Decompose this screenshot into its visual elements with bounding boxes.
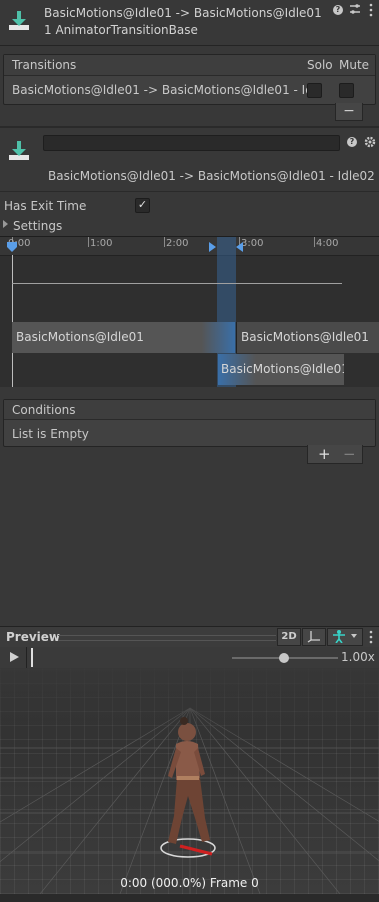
transition-icon: [8, 140, 30, 162]
destination-clip[interactable]: BasicMotions@Idle01: [236, 322, 379, 353]
mute-header: Mute: [339, 58, 370, 72]
has-exit-time-checkbox[interactable]: ✓: [135, 198, 150, 213]
transition-name-field[interactable]: [43, 135, 340, 151]
presets-icon[interactable]: [349, 3, 361, 15]
speed-slider-thumb[interactable]: [279, 653, 289, 663]
conditions-header: Conditions: [12, 403, 76, 417]
remove-condition-button[interactable]: −: [343, 445, 356, 463]
tick-label: 2:00: [166, 238, 189, 249]
conditions-empty-text: List is Empty: [12, 427, 89, 441]
add-condition-button[interactable]: +: [318, 445, 331, 463]
kebab-menu-icon[interactable]: [369, 630, 373, 644]
header-subtitle: 1 AnimatorTransitionBase: [44, 23, 198, 37]
mode-2d-button[interactable]: 2D: [277, 628, 301, 646]
header-title: BasicMotions@Idle01 -> BasicMotions@Idle…: [44, 6, 326, 20]
mute-checkbox[interactable]: [339, 83, 354, 98]
weight-curve: [12, 283, 342, 284]
preview-title: Preview: [6, 630, 61, 644]
transition-timeline[interactable]: 0:00 1:00 2:00 3:00 4:00 BasicMotions@Id…: [0, 236, 379, 387]
preview-header: Preview 2D: [0, 626, 379, 648]
avatar-icon[interactable]: [327, 628, 363, 646]
source-clip[interactable]: BasicMotions@Idle01: [12, 322, 235, 353]
settings-gear-icon[interactable]: [364, 136, 376, 148]
tick-label: 3:00: [241, 238, 264, 249]
transition-end-marker-icon[interactable]: [236, 241, 243, 252]
kebab-menu-icon[interactable]: [369, 3, 373, 17]
preview-drag-handle[interactable]: [58, 635, 276, 641]
transition-row-label[interactable]: BasicMotions@Idle01 -> BasicMotions@Idle…: [12, 83, 308, 97]
solo-header: Solo: [307, 58, 333, 72]
help-icon[interactable]: ?: [347, 137, 357, 147]
tick-label: 4:00: [316, 238, 339, 249]
preview-viewport[interactable]: 0:00 (000.0%) Frame 0: [0, 668, 379, 894]
playhead-marker-icon[interactable]: [7, 241, 17, 252]
transitions-header: Transitions: [12, 58, 77, 72]
destination-clip-blend[interactable]: BasicMotions@Idle01: [218, 354, 344, 385]
tick-label: 1:00: [90, 238, 113, 249]
speed-value: 1.00x: [341, 650, 375, 664]
settings-foldout[interactable]: Settings: [13, 219, 62, 233]
play-icon[interactable]: [10, 652, 19, 662]
remove-transition-button[interactable]: −: [335, 103, 363, 121]
solo-checkbox[interactable]: [307, 83, 322, 98]
has-exit-time-label: Has Exit Time: [4, 199, 87, 213]
transition-icon: [8, 10, 30, 32]
scrub-playhead[interactable]: [31, 648, 33, 667]
inspector-title: BasicMotions@Idle01 -> BasicMotions@Idle…: [48, 169, 375, 183]
playback-bar: 1.00x: [0, 647, 379, 669]
playhead-line: [12, 255, 13, 387]
timeline-ruler[interactable]: 0:00 1:00 2:00 3:00 4:00: [0, 237, 379, 256]
transitions-list: Transitions Solo Mute BasicMotions@Idle0…: [3, 54, 376, 105]
pivot-icon[interactable]: [302, 628, 326, 646]
preview-status: 0:00 (000.0%) Frame 0: [120, 876, 259, 890]
conditions-list: Conditions List is Empty: [3, 399, 376, 447]
conditions-footer: + −: [307, 445, 363, 464]
help-icon[interactable]: ?: [333, 5, 343, 15]
transition-start-marker-icon[interactable]: [209, 241, 216, 252]
settings-foldout-arrow-icon[interactable]: [3, 220, 8, 228]
